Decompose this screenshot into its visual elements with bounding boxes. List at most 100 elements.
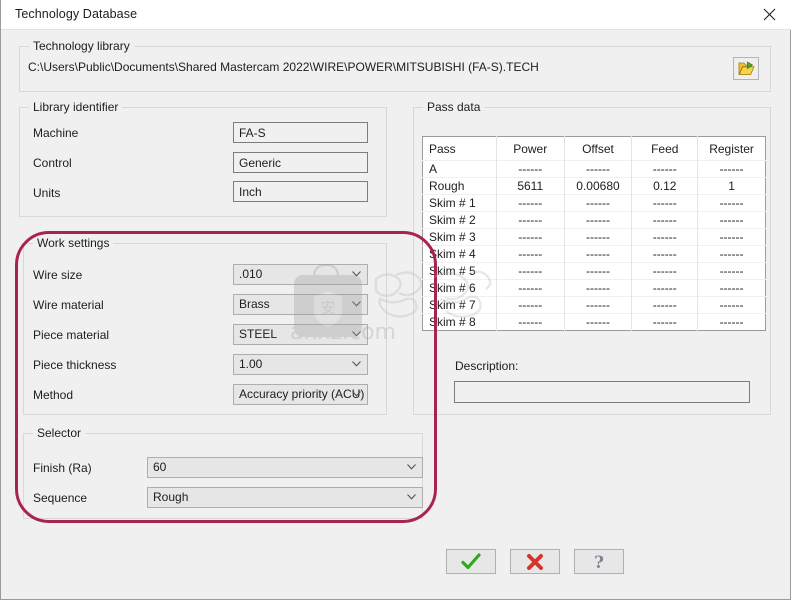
table-cell: ------ (496, 245, 565, 263)
column-header: Register (709, 141, 754, 156)
table-cell: Skim # 7 (422, 296, 497, 314)
open-folder-icon[interactable] (733, 57, 759, 80)
column-header: Offset (564, 136, 633, 161)
table-cell: 5611 (496, 177, 565, 195)
table-cell: Skim # 6 (422, 279, 497, 297)
finish-ra-label: Finish (Ra) (33, 461, 92, 475)
table-cell: ------ (496, 194, 565, 212)
method-dropdown[interactable]: Accuracy priority (ACU) (233, 384, 368, 405)
wire-material-label: Wire material (33, 298, 104, 312)
table-cell: Skim # 1 (422, 194, 497, 212)
table-cell: ------ (697, 245, 766, 263)
table-cell: 0.00680 (564, 177, 633, 195)
table-row[interactable]: Skim # 3 ------ ------ ------ ------ (422, 228, 766, 246)
piece-thickness-dropdown[interactable]: 1.00 (233, 354, 368, 375)
title-bar: Technology Database (1, 0, 791, 30)
close-icon[interactable] (746, 0, 791, 29)
question-mark-icon: ? (590, 553, 608, 571)
table-row[interactable]: Skim # 8 ------ ------ ------ ------ (422, 313, 766, 331)
piece-thickness-value: 1.00 (239, 357, 263, 371)
table-cell: ------ (697, 211, 766, 229)
table-cell: ------ (697, 262, 766, 280)
table-cell: ------ (496, 228, 565, 246)
table-cell: Skim # 2 (422, 211, 497, 229)
table-cell: ------ (564, 211, 633, 229)
technology-library-path: C:\Users\Public\Documents\Shared Masterc… (28, 60, 539, 74)
table-cell: ------ (564, 194, 633, 212)
library-identifier-group-label: Library identifier (29, 100, 123, 114)
units-field[interactable]: Inch (233, 181, 368, 202)
column-header: Power (496, 136, 565, 161)
help-button[interactable]: ? (574, 549, 624, 574)
table-cell: ------ (496, 160, 565, 178)
table-cell: ------ (697, 279, 766, 297)
method-value: Accuracy priority (ACU) (239, 387, 365, 401)
control-field[interactable]: Generic (233, 152, 368, 173)
piece-material-label: Piece material (33, 328, 110, 342)
table-row[interactable]: Skim # 7 ------ ------ ------ ------ (422, 296, 766, 314)
table-cell: ------ (631, 296, 699, 314)
table-cell: 1 (697, 177, 766, 195)
table-cell: ------ (496, 279, 565, 297)
red-x-icon (526, 553, 544, 571)
table-cell: ------ (697, 296, 766, 314)
table-cell: Skim # 4 (422, 245, 497, 263)
table-row[interactable]: Skim # 1 ------ ------ ------ ------ (422, 194, 766, 212)
table-row[interactable]: Skim # 2 ------ ------ ------ ------ (422, 211, 766, 229)
finish-ra-dropdown[interactable]: 60 (147, 457, 423, 478)
table-cell: ------ (496, 262, 565, 280)
finish-ra-value: 60 (153, 460, 167, 474)
svg-text:?: ? (594, 553, 604, 571)
chevron-down-icon (407, 464, 416, 470)
table-cell: Skim # 5 (422, 262, 497, 280)
control-label: Control (33, 156, 72, 170)
table-cell: ------ (631, 279, 699, 297)
table-row[interactable]: Rough 5611 0.00680 0.12 1 (422, 177, 766, 195)
technology-database-dialog: Technology Database Technology library C… (0, 0, 791, 600)
column-header: Feed (631, 136, 699, 161)
ok-button[interactable] (446, 549, 496, 574)
pass-data-table-body: Pass Power Offset Feed Register A ------ ------… (422, 136, 766, 331)
page-title: Technology Database (15, 7, 138, 21)
table-cell: ------ (564, 279, 633, 297)
table-header-row: Pass Power Offset Feed Register (422, 136, 766, 161)
table-cell: ------ (631, 245, 699, 263)
table-cell: ------ (564, 245, 633, 263)
table-cell: 0.12 (631, 177, 699, 195)
chevron-down-icon (407, 494, 416, 500)
work-settings-group-label: Work settings (33, 236, 114, 250)
table-row[interactable]: Skim # 6 ------ ------ ------ ------ (422, 279, 766, 297)
wire-material-value: Brass (239, 297, 270, 311)
machine-label: Machine (33, 126, 79, 140)
table-cell: ------ (697, 228, 766, 246)
column-header: Pass (422, 136, 497, 161)
table-cell: ------ (564, 228, 633, 246)
piece-material-dropdown[interactable]: STEEL (233, 324, 368, 345)
wire-material-dropdown[interactable]: Brass (233, 294, 368, 315)
sequence-dropdown[interactable]: Rough (147, 487, 423, 508)
table-cell: ------ (631, 211, 699, 229)
chevron-down-icon (352, 331, 361, 337)
description-label: Description: (455, 359, 519, 373)
table-cell: ------ (631, 194, 699, 212)
table-cell: ------ (496, 211, 565, 229)
sequence-value: Rough (153, 490, 189, 504)
wire-size-dropdown[interactable]: .010 (233, 264, 368, 285)
table-row[interactable]: Skim # 5 ------ ------ ------ ------ (422, 262, 766, 280)
table-cell: ------ (564, 313, 633, 331)
check-icon (461, 552, 481, 571)
pass-data-group-label: Pass data (423, 100, 485, 114)
description-input[interactable] (454, 381, 750, 403)
table-row[interactable]: A ------ ------ ------ ------ (422, 160, 766, 178)
machine-field[interactable]: FA-S (233, 122, 368, 143)
table-cell: ------ (496, 313, 565, 331)
table-cell: ------ (631, 160, 699, 178)
cancel-button[interactable] (510, 549, 560, 574)
table-cell: Skim # 3 (422, 228, 497, 246)
table-cell: A (422, 160, 497, 178)
table-cell: ------ (697, 313, 766, 331)
table-row[interactable]: Skim # 4 ------ ------ ------ ------ (422, 245, 766, 263)
pass-data-table[interactable]: Pass Power Offset Feed Register A ------ ------… (422, 136, 766, 331)
wire-size-label: Wire size (33, 268, 83, 282)
table-cell: ------ (564, 262, 633, 280)
